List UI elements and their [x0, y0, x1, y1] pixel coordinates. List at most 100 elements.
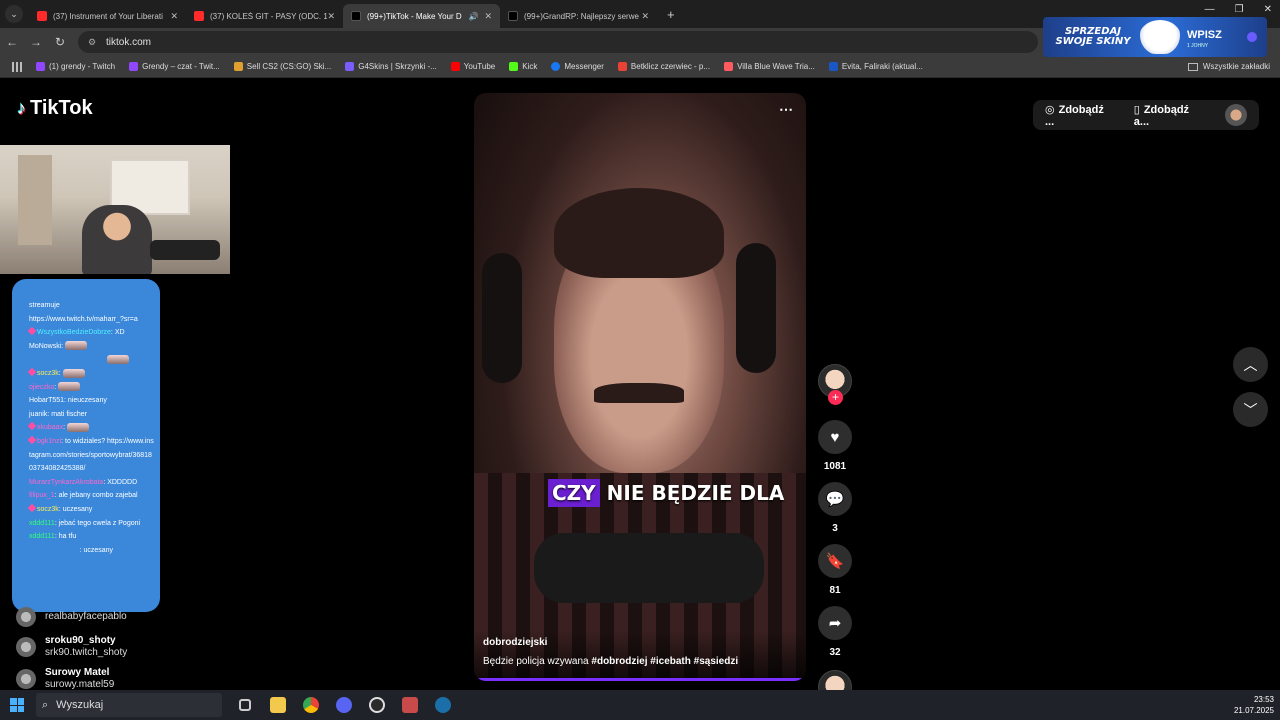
close-icon[interactable]: ✕ [170, 11, 178, 22]
save-count: 81 [829, 585, 841, 596]
forward-button[interactable]: → [24, 35, 48, 49]
following-item[interactable]: sroku90_shoty srk90.twitch_shoty [16, 635, 127, 659]
close-window-button[interactable]: ✕ [1264, 4, 1272, 15]
chat-text: XD [114, 329, 125, 337]
new-tab-button[interactable]: + [667, 7, 675, 22]
system-clock[interactable]: 23:53 21.07.2025 [1234, 694, 1274, 716]
video-player[interactable]: ⋯ CZY NIE BĘDZIE DLA dobrodziejski Będzi… [474, 93, 806, 681]
bookmark-label: Sell CS2 (CS:GO) Ski... [246, 62, 332, 71]
youtube-icon [450, 62, 460, 71]
bookmark[interactable]: Messenger [551, 62, 604, 71]
get-app-label: Zdobądź a... [1133, 103, 1190, 128]
bookmark[interactable]: Grendy – czat - Twit... [129, 62, 220, 71]
bookmark[interactable]: Villa Blue Wave Tria... [724, 62, 815, 71]
get-coins-button[interactable]: ◎ Zdobądź ... [1045, 103, 1116, 128]
apps-icon[interactable] [12, 61, 24, 72]
bookmark[interactable]: Kick [509, 62, 537, 71]
following-item[interactable]: realbabyfacepablo [16, 607, 127, 627]
previous-video-button[interactable]: ︿ [1233, 347, 1268, 382]
top-right-bar: ◎ Zdobądź ... ▯ Zdobądź a... [1033, 100, 1259, 130]
twitch-icon [36, 62, 45, 71]
profile-avatar[interactable] [1225, 104, 1247, 126]
task-view-icon[interactable] [228, 690, 261, 720]
chrome-icon[interactable] [294, 690, 327, 720]
back-button[interactable]: ← [0, 35, 24, 49]
tab-search-button[interactable]: ⌄ [5, 5, 23, 23]
site-info-icon[interactable]: ⚙ [88, 37, 100, 48]
chat-message: streamuje [29, 299, 154, 313]
chat-message: MoNowski: [29, 340, 154, 354]
tiktok-icon [508, 11, 518, 21]
obs-icon[interactable] [360, 690, 393, 720]
chat-user: socz3k [37, 505, 59, 513]
tiktok-icon [351, 11, 361, 21]
chat-user: juanik [29, 410, 48, 418]
taskbar-search[interactable]: ⌕ Wyszukaj [36, 693, 222, 717]
airbnb-icon [724, 62, 734, 71]
reload-button[interactable]: ↻ [48, 35, 72, 49]
discord-icon[interactable] [327, 690, 360, 720]
clock-date: 21.07.2025 [1233, 706, 1274, 715]
close-icon[interactable]: ✕ [327, 11, 335, 22]
next-video-button[interactable]: ﹀ [1233, 392, 1268, 427]
maximize-button[interactable]: ❐ [1235, 4, 1244, 15]
url-text: tiktok.com [106, 36, 152, 48]
ad-cta-sub: 1 JOHNY [1187, 43, 1209, 49]
chat-text: ale jebany combo zajebal [58, 492, 138, 500]
chat-user: socz3k [37, 369, 59, 377]
save-button[interactable]: 🔖 [818, 544, 852, 578]
chat-user: ojieczko [29, 383, 55, 391]
file-explorer-icon[interactable] [261, 690, 294, 720]
taskbar-apps [228, 690, 459, 720]
webcam-background [18, 155, 52, 245]
close-icon[interactable]: ✕ [484, 11, 492, 22]
chat-message: HobarT551: nieuczesany [29, 397, 107, 405]
chat-text: jebać tego cwela z Pogoni [58, 519, 141, 527]
chat-user: filipux_1 [29, 492, 55, 500]
windows-start-icon[interactable] [10, 698, 24, 712]
bookmark[interactable]: Evita, Faliraki (aktual... [828, 62, 923, 71]
comment-button[interactable]: 💬 [818, 482, 852, 516]
tab-youtube-2[interactable]: (37) KOLEŚ GIT - PASY (ODC. 1 ✕ [186, 4, 343, 28]
bookmark[interactable]: G4Skins | Skrzynki -... [345, 62, 437, 71]
video-author[interactable]: dobrodziejski [483, 637, 797, 648]
all-bookmarks-button[interactable]: Wszystkie zakładki [1187, 62, 1270, 71]
following-handle: realbabyfacepablo [45, 611, 127, 622]
steam-icon[interactable] [426, 690, 459, 720]
messenger-icon [551, 62, 561, 71]
chat-message: ojieczko: [29, 381, 154, 395]
following-item[interactable]: Surowy Matel surowy.matel59 [16, 667, 127, 691]
bookmark-label: Villa Blue Wave Tria... [737, 62, 815, 71]
tab-youtube-1[interactable]: (37) Instrument of Your Liberati ✕ [29, 4, 186, 28]
bookmark[interactable]: Betklicz czerwiec - p... [617, 62, 710, 71]
video-progress-bar[interactable] [474, 678, 806, 681]
ad-banner[interactable]: SPRZEDAJ SWOJE SKINY WPISZ 1 JOHNY [1043, 17, 1267, 57]
badge-icon [27, 503, 37, 513]
tiktok-logo[interactable]: ♪ TikTok [17, 97, 93, 120]
bookmark[interactable]: YouTube [450, 62, 495, 71]
url-field[interactable]: ⚙ tiktok.com [78, 31, 1038, 53]
follow-plus-icon[interactable]: + [828, 390, 843, 405]
creator-avatar[interactable]: + [818, 364, 852, 405]
hashtags[interactable]: #dobrodziej #icebath #sąsiedzi [591, 656, 738, 667]
close-icon[interactable]: ✕ [641, 11, 649, 22]
speaker-icon[interactable]: 🔊 [468, 12, 478, 21]
video-frame [534, 533, 764, 603]
share-button[interactable]: ➦ [818, 606, 852, 640]
like-button[interactable]: ♥ [818, 420, 852, 454]
minimize-button[interactable]: — [1205, 4, 1215, 15]
get-app-button[interactable]: ▯ Zdobądź a... [1134, 103, 1207, 128]
share-count: 32 [829, 647, 841, 658]
bookmark[interactable]: Sell CS2 (CS:GO) Ski... [233, 62, 332, 71]
ad-cta-text: WPISZ [1187, 29, 1222, 41]
game-launcher-icon[interactable] [393, 690, 426, 720]
more-options-icon[interactable]: ⋯ [779, 101, 794, 118]
video-caption: CZY NIE BĘDZIE DLA [548, 479, 784, 507]
tab-tiktok-2[interactable]: (99+)GrandRP: Najlepszy serwe ✕ [500, 4, 657, 28]
bookmark-label: Grendy – czat - Twit... [142, 62, 220, 71]
video-description: Będzie policja wzywana #dobrodziej #iceb… [483, 656, 797, 667]
tab-tiktok-active[interactable]: (99+)TikTok - Make Your D 🔊 ✕ [343, 4, 500, 28]
emote-icon [65, 341, 88, 351]
bookmark[interactable]: (1) grendy - Twitch [36, 62, 115, 71]
emote-icon [66, 423, 89, 432]
